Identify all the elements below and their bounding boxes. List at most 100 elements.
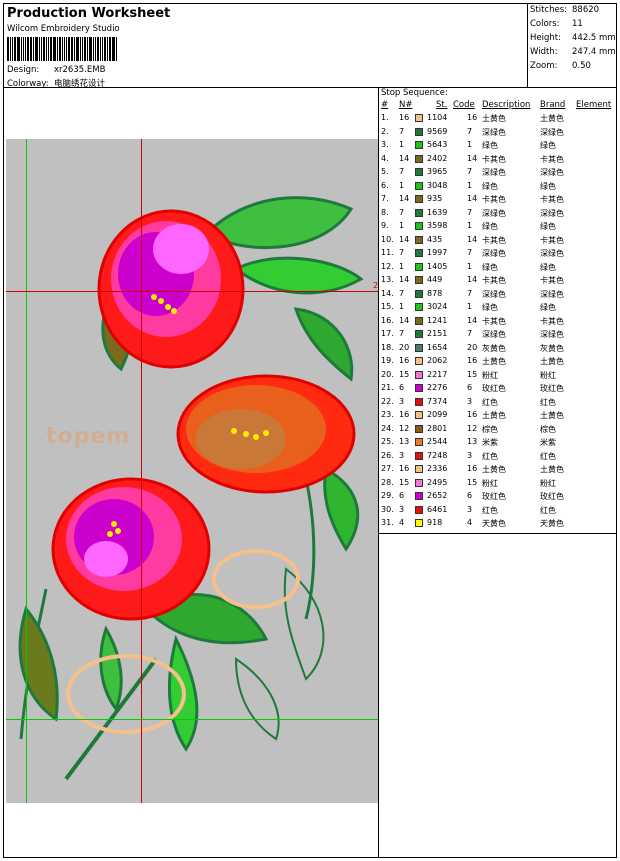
table-row: 26. 3 7248 3 红色 红色 bbox=[379, 451, 617, 465]
row-brand: 灰黄色 bbox=[540, 343, 564, 353]
stat-label: Colors: bbox=[530, 19, 560, 29]
table-row: 11. 7 1997 7 深绿色 深绿色 bbox=[379, 248, 617, 262]
row-description: 玫红色 bbox=[482, 492, 506, 501]
row-description: 深绿色 bbox=[482, 249, 506, 258]
row-description: 卡其色 bbox=[482, 276, 506, 285]
embroidery-artwork bbox=[18, 196, 364, 781]
row-num: 26. bbox=[381, 450, 394, 460]
color-swatch bbox=[415, 451, 423, 460]
row-description: 深绿色 bbox=[482, 208, 506, 218]
row-stitches: 2801 bbox=[427, 423, 448, 433]
row-needle: 7 bbox=[399, 207, 405, 217]
color-swatch bbox=[415, 141, 423, 149]
row-description: 卡其色 bbox=[482, 316, 506, 326]
row-code: 1 bbox=[467, 302, 473, 311]
row-stitches: 9569 bbox=[427, 126, 448, 136]
table-row: 27. 16 2336 16 土黄色 土黄色 bbox=[379, 464, 617, 478]
stat-label: Height: bbox=[530, 33, 561, 43]
row-code: 3 bbox=[467, 504, 473, 514]
page-title: Production Worksheet bbox=[7, 6, 171, 21]
row-needle: 14 bbox=[399, 275, 410, 284]
design-preview[interactable]: topem 2 bbox=[6, 139, 378, 803]
table-row: 3. 1 5643 1 绿色 绿色 bbox=[379, 140, 617, 154]
color-swatch bbox=[415, 357, 423, 365]
row-description: 红色 bbox=[482, 505, 498, 515]
color-swatch bbox=[415, 303, 423, 311]
stat-value: 11 bbox=[572, 19, 583, 29]
row-needle: 12 bbox=[399, 423, 410, 433]
table-row: 14. 7 878 7 深绿色 深绿色 bbox=[379, 289, 617, 303]
row-needle: 3 bbox=[399, 450, 405, 460]
table-row: 28. 15 2495 15 粉红 粉红 bbox=[379, 478, 617, 492]
table-row: 10. 14 435 14 卡其色 卡其色 bbox=[379, 235, 617, 249]
row-brand: 土黄色 bbox=[540, 114, 564, 123]
row-needle: 20 bbox=[399, 342, 410, 352]
row-num: 5. bbox=[381, 167, 389, 176]
row-description: 深绿色 bbox=[482, 289, 506, 299]
row-description: 棕色 bbox=[482, 424, 498, 434]
table-row: 13. 14 449 14 卡其色 卡其色 bbox=[379, 275, 617, 289]
row-brand: 米紫 bbox=[540, 438, 556, 447]
row-brand: 玫红色 bbox=[540, 384, 564, 393]
row-num: 8. bbox=[381, 207, 389, 217]
color-swatch bbox=[415, 154, 423, 163]
row-brand: 粉红 bbox=[540, 478, 556, 488]
color-swatch bbox=[415, 411, 423, 419]
row-needle: 14 bbox=[399, 315, 410, 325]
color-swatch bbox=[415, 424, 423, 433]
row-stitches: 878 bbox=[427, 288, 443, 298]
row-description: 绿色 bbox=[482, 262, 498, 272]
col-brand: Brand bbox=[540, 100, 566, 110]
row-brand: 玫红色 bbox=[540, 492, 564, 501]
row-num: 27. bbox=[381, 464, 394, 473]
row-needle: 1 bbox=[399, 302, 405, 311]
table-row: 25. 13 2544 13 米紫 米紫 bbox=[379, 437, 617, 451]
color-swatch bbox=[415, 168, 423, 176]
row-stitches: 1654 bbox=[427, 342, 448, 352]
row-needle: 14 bbox=[399, 194, 410, 203]
stat-value: 247.4 mm bbox=[572, 47, 616, 57]
row-code: 15 bbox=[467, 477, 478, 487]
row-num: 15. bbox=[381, 302, 394, 311]
design-label: Design: bbox=[7, 65, 40, 75]
row-num: 18. bbox=[381, 342, 394, 352]
row-code: 7 bbox=[467, 329, 473, 338]
row-num: 20. bbox=[381, 369, 394, 379]
row-num: 2. bbox=[381, 126, 389, 136]
table-row: 23. 16 2099 16 土黄色 土黄色 bbox=[379, 410, 617, 424]
table-row: 8. 7 1639 7 深绿色 深绿色 bbox=[379, 208, 617, 222]
company-name: Wilcom Embroidery Studio bbox=[7, 24, 120, 34]
color-swatch bbox=[415, 208, 423, 217]
row-num: 25. bbox=[381, 437, 394, 446]
row-needle: 7 bbox=[399, 167, 405, 176]
row-description: 土黄色 bbox=[482, 465, 506, 474]
row-code: 15 bbox=[467, 369, 478, 379]
table-row: 5. 7 3965 7 深绿色 深绿色 bbox=[379, 167, 617, 181]
row-needle: 16 bbox=[399, 356, 410, 365]
row-needle: 1 bbox=[399, 221, 405, 230]
row-brand: 绿色 bbox=[540, 262, 556, 272]
row-code: 16 bbox=[467, 464, 478, 473]
color-swatch bbox=[415, 330, 423, 338]
row-code: 14 bbox=[467, 275, 478, 284]
row-needle: 14 bbox=[399, 153, 410, 163]
row-description: 绿色 bbox=[482, 303, 498, 312]
row-num: 31. bbox=[381, 518, 394, 527]
table-row: 15. 1 3024 1 绿色 绿色 bbox=[379, 302, 617, 316]
row-description: 土黄色 bbox=[482, 357, 506, 366]
row-description: 卡其色 bbox=[482, 154, 506, 164]
color-swatch bbox=[415, 181, 423, 190]
color-swatch bbox=[415, 195, 423, 203]
stat-colors: Colors: 11 bbox=[530, 19, 583, 29]
row-stitches: 1639 bbox=[427, 207, 448, 217]
row-brand: 红色 bbox=[540, 505, 556, 515]
row-stitches: 1241 bbox=[427, 315, 448, 325]
col-num: # bbox=[381, 100, 389, 110]
row-description: 土黄色 bbox=[482, 114, 506, 123]
row-description: 绿色 bbox=[482, 141, 498, 150]
row-stitches: 6461 bbox=[427, 504, 448, 514]
row-code: 7 bbox=[467, 248, 473, 257]
row-code: 4 bbox=[467, 518, 473, 527]
row-brand: 深绿色 bbox=[540, 208, 564, 218]
row-stitches: 449 bbox=[427, 275, 443, 284]
